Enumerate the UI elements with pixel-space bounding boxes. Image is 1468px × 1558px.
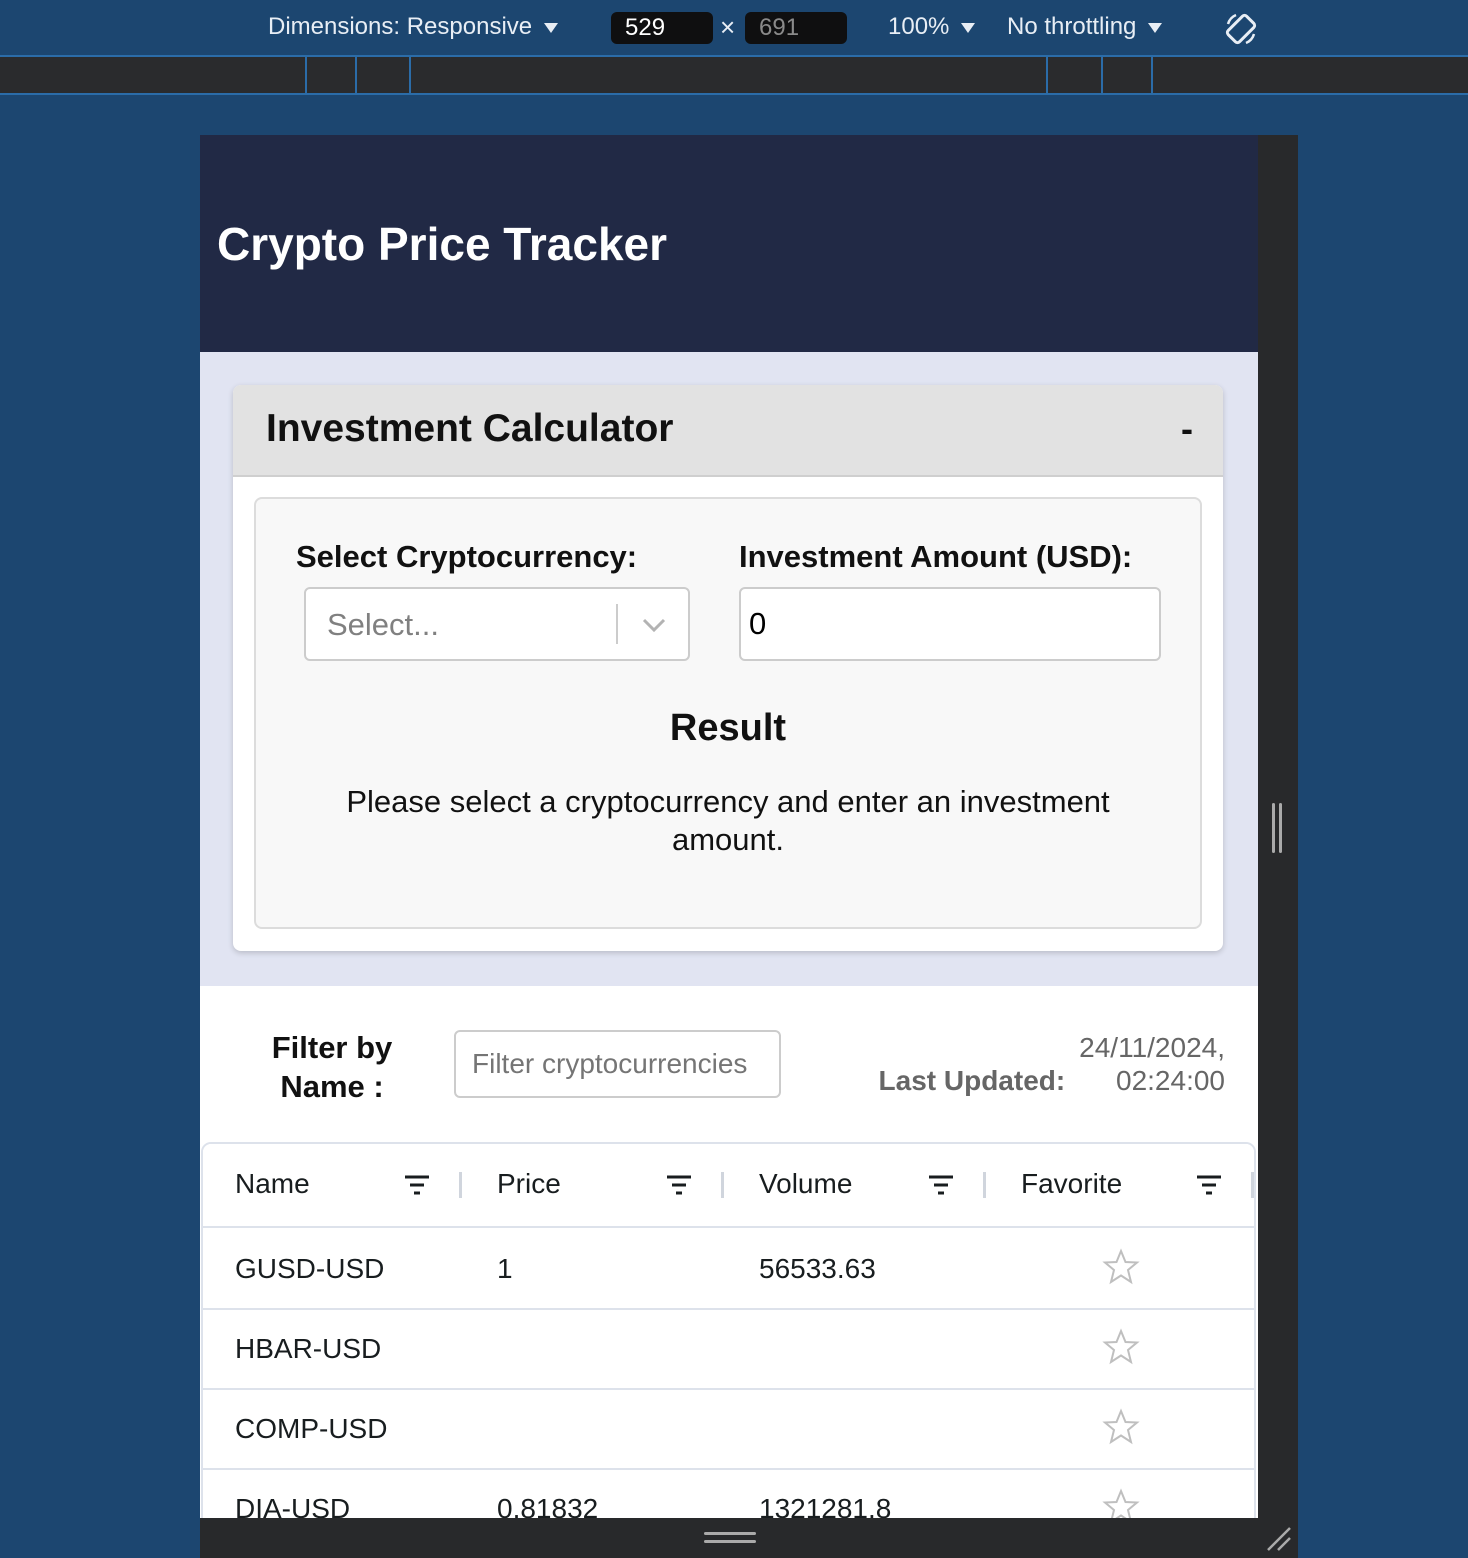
star-outline-icon[interactable]: [1102, 1248, 1140, 1286]
page-title: Crypto Price Tracker: [217, 218, 668, 270]
cell-price: 1: [497, 1253, 513, 1284]
cell-name: HBAR-USD: [235, 1333, 382, 1364]
collapse-button[interactable]: -: [1167, 409, 1207, 449]
cell-name: GUSD-USD: [235, 1253, 385, 1284]
times-separator: ×: [720, 12, 736, 42]
caret-down-icon: [1148, 22, 1163, 33]
cell-volume: 1321281.8: [759, 1493, 892, 1518]
chevron-down-icon[interactable]: [639, 612, 669, 638]
column-label: Favorite: [1021, 1168, 1123, 1199]
amount-label: Investment Amount (USD):: [739, 539, 1133, 574]
width-input[interactable]: 529: [611, 12, 713, 44]
resize-corner-icon[interactable]: [1264, 1524, 1292, 1552]
result-message: Please select a cryptocurrency and enter…: [346, 784, 1110, 857]
last-updated: Last Updated: 24/11/2024, 02:24:00: [879, 1031, 1225, 1097]
grid-header: Name Price Volume Favorite: [203, 1144, 1254, 1228]
page-viewport: Crypto Price Tracker Investment Calculat…: [200, 135, 1258, 1518]
table-row[interactable]: COMP-USD: [203, 1388, 1254, 1470]
column-header-name[interactable]: Name: [203, 1144, 465, 1226]
last-updated-value: 24/11/2024, 02:24:00: [1079, 1032, 1225, 1096]
column-label: Price: [497, 1168, 561, 1199]
app-header: Crypto Price Tracker: [200, 135, 1258, 352]
filter-menu-icon[interactable]: [1195, 1173, 1223, 1197]
filter-bar: Filter by Name : Last Updated: 24/11/202…: [200, 986, 1258, 1142]
column-header-volume[interactable]: Volume: [727, 1144, 989, 1226]
grip-line: [704, 1532, 756, 1535]
table-row[interactable]: DIA-USD 0.81832 1321281.8: [203, 1468, 1254, 1518]
ruler-tick: [409, 57, 411, 93]
filter-input[interactable]: [454, 1030, 781, 1098]
crypto-select-label: Select Cryptocurrency:: [296, 539, 638, 574]
cell-name: COMP-USD: [235, 1413, 388, 1444]
table-row[interactable]: GUSD-USD 1 56533.63: [203, 1228, 1254, 1310]
dimensions-dropdown[interactable]: Dimensions: Responsive: [268, 13, 559, 41]
table-row[interactable]: HBAR-USD: [203, 1308, 1254, 1390]
crypto-grid: Name Price Volume Favorite GUSD-USD 1 56…: [201, 1142, 1256, 1518]
height-input[interactable]: 691: [745, 12, 847, 44]
result-heading: Result: [669, 707, 787, 749]
column-resize-handle[interactable]: [459, 1172, 462, 1198]
throttling-label: No throttling: [1007, 13, 1137, 40]
media-query-ruler: [0, 57, 1468, 95]
filter-menu-icon[interactable]: [665, 1173, 693, 1197]
filter-label: Filter by Name :: [271, 1030, 393, 1104]
cell-volume: 56533.63: [759, 1253, 876, 1284]
ruler-tick: [305, 57, 307, 93]
column-header-favorite[interactable]: Favorite: [989, 1144, 1254, 1226]
caret-down-icon: [544, 22, 559, 33]
column-resize-handle[interactable]: [721, 1172, 724, 1198]
crypto-select-placeholder: Select...: [327, 607, 439, 642]
investment-amount-input[interactable]: [739, 587, 1161, 661]
last-updated-label: Last Updated:: [878, 1065, 1066, 1096]
crypto-select[interactable]: Select...: [304, 587, 690, 661]
select-separator: [616, 604, 618, 644]
investment-calculator-card: Investment Calculator - Select Cryptocur…: [233, 385, 1223, 951]
column-header-price[interactable]: Price: [465, 1144, 727, 1226]
caret-down-icon: [961, 22, 976, 33]
cell-price: 0.81832: [497, 1493, 599, 1518]
viewport-resize-handle-right[interactable]: [1258, 135, 1298, 1558]
cell-name: DIA-USD: [235, 1493, 351, 1518]
star-outline-icon[interactable]: [1102, 1328, 1140, 1366]
column-resize-handle[interactable]: [1251, 1172, 1254, 1198]
column-label: Name: [235, 1168, 310, 1199]
calculator-header[interactable]: Investment Calculator -: [233, 385, 1223, 477]
throttling-dropdown[interactable]: No throttling: [1007, 13, 1163, 41]
ruler-tick: [1046, 57, 1048, 93]
viewport-resize-handle-bottom[interactable]: [200, 1518, 1258, 1558]
grip-line: [1279, 803, 1282, 853]
ruler-tick: [1101, 57, 1103, 93]
star-outline-icon[interactable]: [1102, 1488, 1140, 1518]
zoom-label: 100%: [888, 13, 950, 40]
star-outline-icon[interactable]: [1102, 1408, 1140, 1446]
grip-line: [704, 1540, 756, 1543]
grip-line: [1272, 803, 1275, 853]
zoom-dropdown[interactable]: 100%: [888, 13, 976, 41]
dimensions-label: Dimensions: Responsive: [268, 13, 533, 40]
ruler-tick: [1151, 57, 1153, 93]
filter-menu-icon[interactable]: [403, 1173, 431, 1197]
calculator-title: Investment Calculator: [266, 407, 674, 450]
calculator-section: Investment Calculator - Select Cryptocur…: [200, 352, 1258, 986]
rotate-icon[interactable]: [1222, 10, 1260, 48]
ruler-tick: [355, 57, 357, 93]
filter-menu-icon[interactable]: [927, 1173, 955, 1197]
devtools-toolbar: Dimensions: Responsive 529 × 691 100% No…: [0, 0, 1468, 57]
column-resize-handle[interactable]: [983, 1172, 986, 1198]
calculator-form: Select Cryptocurrency: Investment Amount…: [254, 497, 1202, 929]
column-label: Volume: [759, 1168, 853, 1199]
